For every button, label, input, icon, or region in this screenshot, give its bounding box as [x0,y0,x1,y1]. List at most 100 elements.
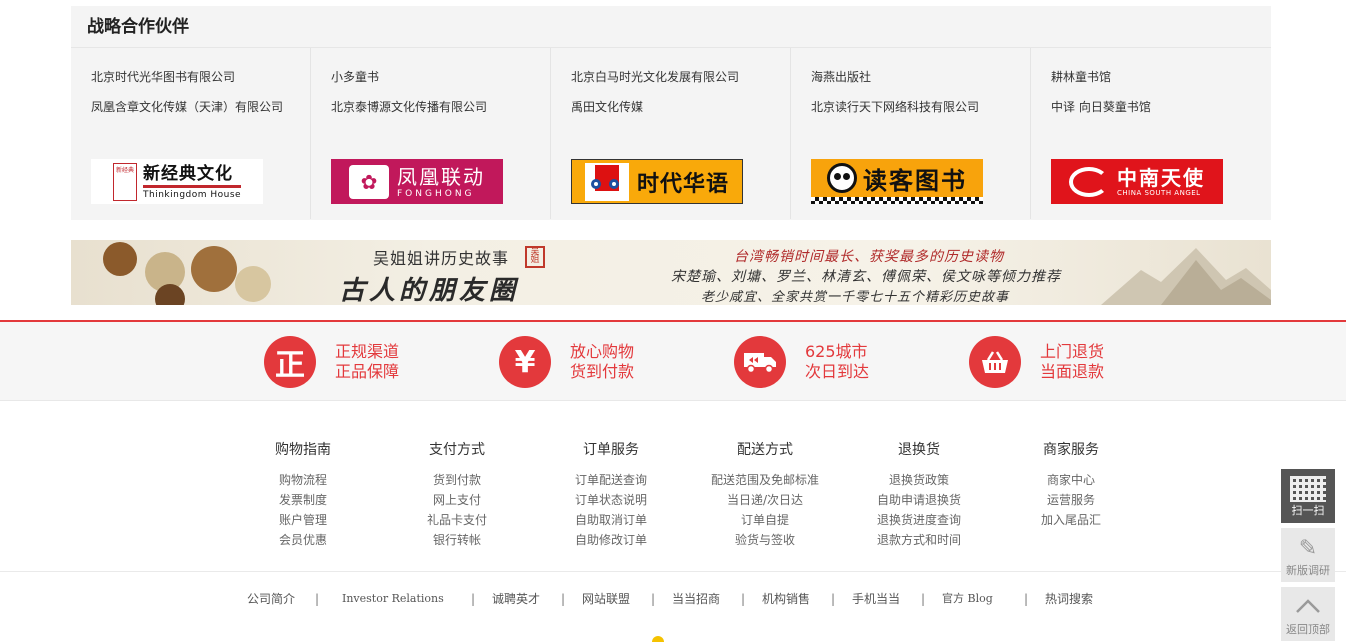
basket-icon [969,336,1021,388]
phoenix-icon: ✿ [349,164,389,199]
partner-logo-shidaihuayu[interactable]: 时代华语 [571,159,743,204]
footer-col-shopping-guide: 购物指南 购物流程 发票制度 账户管理 会员优惠 [223,440,383,550]
footer-link[interactable]: 验货与签收 [685,530,845,550]
link-merchant-recruit[interactable]: 当当招商 [672,590,720,608]
footer-link[interactable]: 配送范围及免邮标准 [685,470,845,490]
guarantee-line: 货到付款 [570,362,635,381]
link-separator: | [921,592,926,606]
guarantee-cod: ¥ 放心购物 货到付款 [499,334,634,390]
footer-link[interactable]: 发票制度 [223,490,383,510]
footer-link[interactable]: 退款方式和时间 [839,530,999,550]
partner-logo-duke[interactable]: 读客图书 [811,159,983,204]
logo-sub-text: Thinkingdom House [143,189,242,200]
footer-link[interactable]: 退换货政策 [839,470,999,490]
guarantee-line: 当面退款 [1040,362,1105,381]
link-investor-relations[interactable]: Investor Relations [342,590,444,608]
partner-column: 北京时代光华图书有限公司 凤凰含章文化传媒（天津）有限公司 新经典 新经典文化 … [71,48,311,219]
link-affiliate[interactable]: 网站联盟 [582,590,630,608]
guarantee-line: 625城市 [805,342,868,361]
banner-line-2: 宋楚瑜、刘墉、罗兰、林清玄、傅佩荣、侯文咏等倾力推荐 [671,269,1061,285]
footer-link[interactable]: 订单配送查询 [531,470,691,490]
logo-sub-text: CHINA SOUTH ANGEL [1117,188,1201,197]
footer-link[interactable]: 账户管理 [223,510,383,530]
banner-series-title: 吴姐姐讲历史故事 [373,249,510,268]
link-company-intro[interactable]: 公司简介 [247,590,295,608]
partner-column: 小多童书 北京泰博源文化传播有限公司 ✿ 凤凰联动 FONGHONG [311,48,551,219]
banner-headline: 古人的朋友圈 [339,276,520,305]
partner-link[interactable]: 北京时代光华图书有限公司 [91,62,310,92]
link-hot-search[interactable]: 热词搜索 [1045,590,1093,608]
partner-logo-china-south-angel[interactable]: 中南天使 CHINA SOUTH ANGEL [1051,159,1223,204]
link-separator: | [315,592,320,606]
logo-sub-text: FONGHONG [397,188,475,199]
partner-link[interactable]: 北京白马时光文化发展有限公司 [571,62,790,92]
footer-link[interactable]: 货到付款 [377,470,537,490]
footer-col-title: 购物指南 [275,442,331,458]
partner-link[interactable]: 耕林童书馆 [1051,62,1271,92]
footer-col-merchant: 商家服务 商家中心 运营服务 加入尾品汇 [991,440,1151,530]
footer-link[interactable]: 自助取消订单 [531,510,691,530]
footer-link[interactable]: 购物流程 [223,470,383,490]
link-mobile[interactable]: 手机当当 [852,590,900,608]
house-icon [584,162,629,201]
footer-link[interactable]: 会员优惠 [223,530,383,550]
partner-link[interactable]: 北京泰博源文化传播有限公司 [331,92,550,122]
link-institution-sales[interactable]: 机构销售 [762,590,810,608]
link-careers[interactable]: 诚聘英才 [492,590,540,608]
partner-link[interactable]: 禹田文化传媒 [571,92,790,122]
link-separator: | [741,592,746,606]
qr-code-icon [1290,476,1326,502]
service-guarantees: 正 正规渠道 正品保障 ¥ 放心购物 货到付款 625城市 次日到达 上门退货 当面退款 [0,320,1346,401]
partners-title: 战略合作伙伴 [71,6,1271,48]
logo-main-text: 读客图书 [863,166,967,195]
partners-section: 战略合作伙伴 北京时代光华图书有限公司 凤凰含章文化传媒（天津）有限公司 新经典… [71,6,1271,220]
footer-link[interactable]: 订单状态说明 [531,490,691,510]
yuan-icon: ¥ [499,336,551,388]
wing-icon [1069,166,1109,197]
footer-link[interactable]: 运营服务 [991,490,1151,510]
mountain-image [1101,248,1271,305]
banner-seal: 吴姐 [525,246,545,268]
partner-link[interactable]: 中译 向日葵童书馆 [1051,92,1271,122]
guarantee-line: 正规渠道 [335,342,400,361]
partner-link[interactable]: 海燕出版社 [811,62,1030,92]
partner-link[interactable]: 凤凰含章文化传媒（天津）有限公司 [91,92,310,122]
guarantee-line: 放心购物 [570,342,635,361]
footer-col-order-service: 订单服务 订单配送查询 订单状态说明 自助取消订单 自助修改订单 [531,440,691,550]
footer-link[interactable]: 银行转帐 [377,530,537,550]
footer-link[interactable]: 订单自提 [685,510,845,530]
back-to-top-label: 返回顶部 [1286,623,1330,636]
footer-link[interactable]: 商家中心 [991,470,1151,490]
page-footer-area: 战略合作伙伴 北京时代光华图书有限公司 凤凰含章文化传媒（天津）有限公司 新经典… [0,0,1346,642]
partner-logo-thinkingdom[interactable]: 新经典 新经典文化 Thinkingdom House [91,159,263,204]
logo-main-text: 时代华语 [636,171,729,197]
footer-col-title: 商家服务 [1043,442,1099,458]
footer-col-returns: 退换货 退换货政策 自助申请退换货 退换货进度查询 退款方式和时间 [839,440,999,550]
footer-col-title: 退换货 [898,442,940,458]
partner-logo-fonghong[interactable]: ✿ 凤凰联动 FONGHONG [331,159,503,204]
partner-column: 北京白马时光文化发展有限公司 禹田文化传媒 时代华语 [551,48,791,219]
survey-button[interactable]: ✎ 新版调研 [1281,528,1335,582]
footer-link[interactable]: 自助修改订单 [531,530,691,550]
partner-column: 耕林童书馆 中译 向日葵童书馆 中南天使 CHINA SOUTH ANGEL [1031,48,1271,219]
guarantee-genuine: 正 正规渠道 正品保障 [264,334,399,390]
footer-link[interactable]: 加入尾品汇 [991,510,1151,530]
guarantee-delivery: 625城市 次日到达 [734,334,869,390]
footer-logo-partial [652,636,664,642]
partner-column: 海燕出版社 北京读行天下网络科技有限公司 读客图书 [791,48,1031,219]
logo-main-text: 新经典文化 [143,163,233,184]
back-to-top-button[interactable]: 返回顶部 [1281,587,1335,641]
footer-link[interactable]: 退换货进度查询 [839,510,999,530]
scan-qr-button[interactable]: 扫一扫 [1281,469,1335,523]
link-blog[interactable]: 官方 Blog [942,590,993,608]
footer-link[interactable]: 网上支付 [377,490,537,510]
promo-banner[interactable]: 吴姐姐讲历史故事 吴姐 古人的朋友圈 台湾畅销时间最长、获奖最多的历史读物 宋楚… [71,240,1271,305]
link-separator: | [561,592,566,606]
footer-link[interactable]: 自助申请退换货 [839,490,999,510]
footer-link[interactable]: 礼品卡支付 [377,510,537,530]
partner-link[interactable]: 小多童书 [331,62,550,92]
footer-link[interactable]: 当日递/次日达 [685,490,845,510]
pencil-icon: ✎ [1298,536,1318,561]
footer-bottom-links: 公司简介 | Investor Relations | 诚聘英才 | 网站联盟 … [0,590,1346,610]
partner-link[interactable]: 北京读行天下网络科技有限公司 [811,92,1030,122]
